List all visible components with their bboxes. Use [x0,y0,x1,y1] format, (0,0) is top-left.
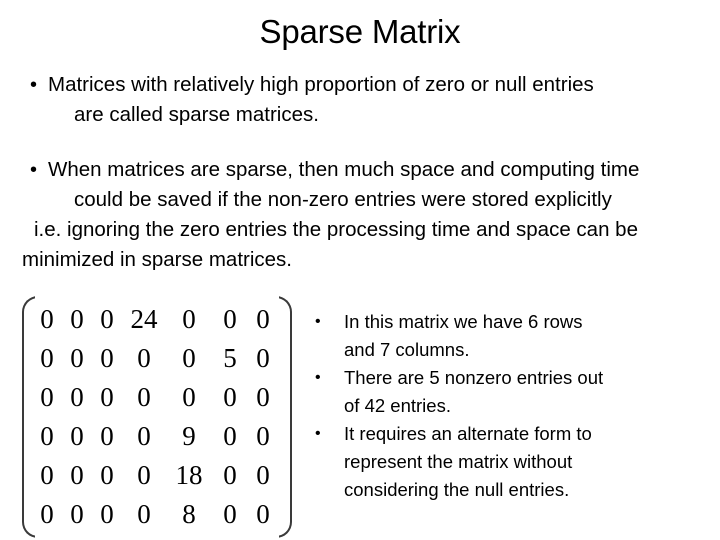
bullet-paragraph-1-line-1: • Matrices with relatively high proporti… [22,70,698,100]
matrix-cell: 0 [256,499,270,529]
bullet-paragraph-2-line-1: • When matrices are sparse, then much sp… [22,155,698,185]
bullet-paragraph-1-text-line-2: are called sparse matrices. [74,103,319,126]
matrix-cell: 0 [40,460,54,490]
matrix-cell: 0 [256,382,270,412]
list-item-text: There are 5 nonzero entries out [344,367,604,388]
matrix-cell: 0 [223,460,237,490]
matrix-cell: 0 [256,304,270,334]
bullet-paragraph-2-text-line-1: When matrices are sparse, then much spac… [48,158,640,181]
slide-canvas: Sparse Matrix • Matrices with relatively… [0,0,720,540]
matrix-cell: 0 [100,382,114,412]
matrix-cell: 0 [256,343,270,373]
matrix-cell: 0 [40,382,54,412]
list-item: • There are 5 nonzero entries out of 42 en… [308,364,712,420]
matrix-cell: 0 [70,499,84,529]
page-title: Sparse Matrix [259,13,461,50]
matrix-cell: 0 [223,421,237,451]
list-item-first-line: • In this matrix we have 6 rows [308,308,712,336]
list-item-text: It requires an alternate form to [344,423,592,444]
bullet-paragraph-2-text-line-2: could be saved if the non-zero entries w… [74,188,612,211]
matrix-cell: 0 [100,343,114,373]
bullet-marker-icon: • [315,313,321,330]
list-item-text: represent the matrix without [344,451,573,472]
matrix-cell: 0 [223,382,237,412]
bullet-marker-icon: • [30,159,38,181]
list-item-text: In this matrix we have 6 rows [344,311,583,332]
list-item-text: of 42 entries. [344,395,451,416]
matrix-cell: 0 [40,499,54,529]
bullet-paragraph-2: • When matrices are sparse, then much sp… [22,155,698,275]
matrix-cell: 9 [182,421,196,451]
matrix-cell: 0 [182,304,196,334]
matrix-cell: 0 [256,460,270,490]
matrix-cell: 0 [100,460,114,490]
list-item-text: considering the null entries. [344,479,570,500]
matrix-cell: 0 [70,382,84,412]
bullet-marker-icon: • [30,74,38,96]
matrix-cell: 0 [182,382,196,412]
matrix-cell: 0 [100,304,114,334]
matrix-cell: 0 [256,421,270,451]
matrix-cell: 0 [100,421,114,451]
matrix-notes-list: • In this matrix we have 6 rows and 7 colu… [308,308,712,504]
matrix-cell: 8 [182,499,196,529]
matrix-cell: 0 [70,343,84,373]
matrix-cell: 5 [223,343,237,373]
matrix-cell: 0 [70,421,84,451]
list-item-first-line: • It requires an alternate form to [308,420,712,448]
sparse-matrix: 0 0 0 24 0 0 0 0 0 0 0 0 5 0 0 0 0 0 0 0 0 0 0 0 0 9 0 0 0 0 0 0 18 0 0 0 0 0… [22,295,292,539]
matrix-cell: 0 [137,499,151,529]
matrix-cell: 0 [100,499,114,529]
matrix-cell: 0 [223,304,237,334]
matrix-cell: 0 [223,499,237,529]
bullet-marker-icon: • [315,425,321,442]
matrix-cell: 0 [137,460,151,490]
bullet-paragraph-2-text-line-4: minimized in sparse matrices. [22,248,292,271]
bullet-paragraph-1: • Matrices with relatively high proporti… [22,70,698,130]
matrix-cell: 0 [40,343,54,373]
bullet-paragraph-2-text-line-3: i.e. ignoring the zero entries the proce… [34,218,638,241]
matrix-cell: 0 [70,460,84,490]
bullet-paragraph-1-text-line-1: Matrices with relatively high proportion… [48,73,594,96]
bullet-marker-icon: • [315,369,321,386]
matrix-cell: 0 [70,304,84,334]
list-item: • It requires an alternate form to represe… [308,420,712,504]
matrix-cell: 24 [130,304,158,334]
matrix-cell: 0 [137,382,151,412]
matrix-cell: 0 [137,343,151,373]
matrix-cell: 0 [40,421,54,451]
list-item-first-line: • There are 5 nonzero entries out [308,364,712,392]
matrix-cell: 0 [182,343,196,373]
list-item-text: and 7 columns. [344,339,470,360]
matrix-cell: 0 [40,304,54,334]
list-item: • In this matrix we have 6 rows and 7 colu… [308,308,712,364]
matrix-cell: 0 [137,421,151,451]
matrix-grid: 0 0 0 24 0 0 0 0 0 0 0 0 5 0 0 0 0 0 0 0 0 0 0 0 0 9 0 0 0 0 0 0 18 0 0 0 0 0… [32,300,282,534]
matrix-cell: 18 [175,460,203,490]
